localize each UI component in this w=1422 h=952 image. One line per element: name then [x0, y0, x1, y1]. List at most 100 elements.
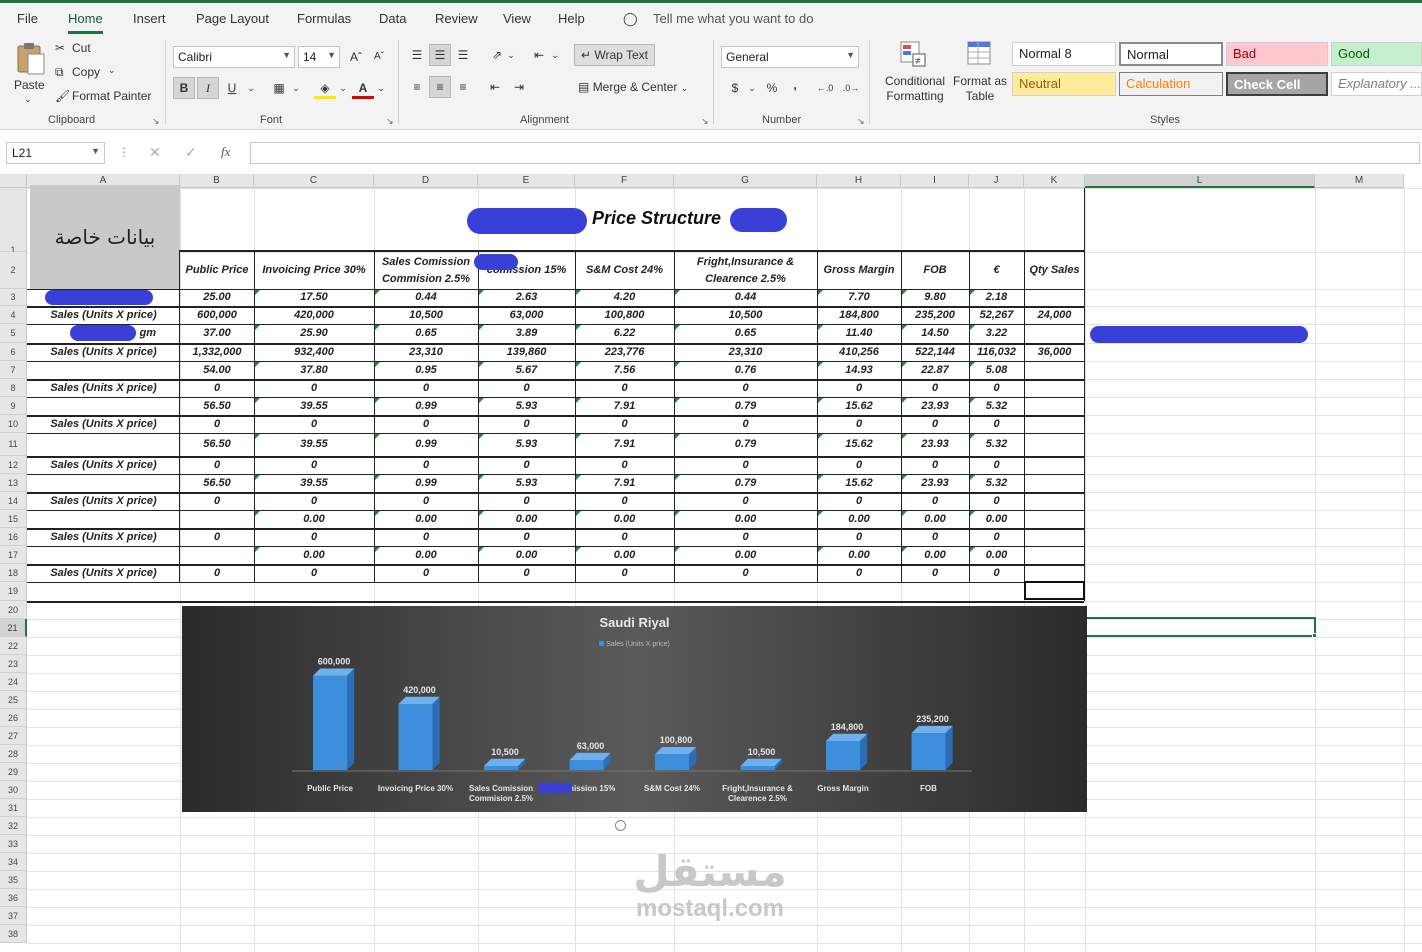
row-header-1[interactable]: 1: [0, 188, 27, 255]
table-cell[interactable]: 0.00: [969, 547, 1024, 564]
column-header-cell[interactable]: S&M Cost 24%: [575, 252, 674, 289]
chevron-down-icon[interactable]: ⌄: [500, 44, 522, 66]
align-left-icon[interactable]: ≡: [406, 76, 428, 98]
bar-4[interactable]: [569, 752, 611, 770]
table-cell[interactable]: 0.00: [575, 547, 674, 564]
table-cell[interactable]: 0: [180, 493, 254, 510]
style-normal[interactable]: Normal: [1119, 42, 1223, 66]
table-cell[interactable]: 37.00: [180, 325, 254, 342]
insert-function-icon[interactable]: fx: [221, 144, 230, 160]
column-header-e[interactable]: E: [478, 174, 575, 188]
row-header-28[interactable]: 28: [0, 745, 27, 763]
table-cell[interactable]: 932,400: [254, 344, 374, 361]
table-cell[interactable]: 0.00: [254, 511, 374, 528]
chevron-down-icon[interactable]: ⌄: [108, 65, 116, 76]
column-header-b[interactable]: B: [180, 174, 254, 188]
column-header-cell[interactable]: €: [969, 252, 1024, 289]
row-label[interactable]: Sales (Units X price): [27, 416, 180, 433]
table-cell[interactable]: 0: [901, 529, 969, 546]
bar-6[interactable]: [740, 758, 782, 770]
table-cell[interactable]: 4.20: [575, 289, 674, 306]
enter-icon[interactable]: ✓: [185, 144, 197, 161]
row-label[interactable]: Sales (Units X price): [27, 529, 180, 546]
column-header-f[interactable]: F: [575, 174, 674, 188]
table-cell[interactable]: 5.67: [478, 362, 575, 379]
table-cell[interactable]: 0: [254, 493, 374, 510]
chart-area[interactable]: Saudi Riyal Sales (Units X price) 600,00…: [182, 606, 1087, 812]
row-header-16[interactable]: 16: [0, 528, 27, 546]
tab-page-layout[interactable]: Page Layout: [196, 11, 269, 26]
name-box[interactable]: L21 ▼: [6, 142, 105, 164]
table-cell[interactable]: 0.79: [674, 436, 817, 453]
chevron-down-icon[interactable]: ⌄: [285, 77, 307, 99]
column-header-cell[interactable]: Qty Sales: [1024, 252, 1085, 289]
row-label[interactable]: Sales (Units X price): [27, 307, 180, 324]
tab-review[interactable]: Review: [435, 11, 478, 26]
row-header-26[interactable]: 26: [0, 709, 27, 727]
table-cell[interactable]: 56.50: [180, 436, 254, 453]
table-cell[interactable]: 0.00: [575, 511, 674, 528]
table-cell[interactable]: 5.93: [478, 436, 575, 453]
table-cell[interactable]: 0: [575, 457, 674, 474]
table-cell[interactable]: 54.00: [180, 362, 254, 379]
table-cell[interactable]: 0.95: [374, 362, 478, 379]
table-cell[interactable]: 420,000: [254, 307, 374, 324]
table-cell[interactable]: 5.32: [969, 398, 1024, 415]
row-header-25[interactable]: 25: [0, 691, 27, 709]
table-cell[interactable]: 7.91: [575, 398, 674, 415]
table-cell[interactable]: 11.40: [817, 325, 901, 342]
align-middle-icon[interactable]: ☰: [429, 44, 451, 66]
table-cell[interactable]: 0: [901, 380, 969, 397]
row-header-34[interactable]: 34: [0, 853, 27, 871]
table-cell[interactable]: 0: [180, 416, 254, 433]
table-cell[interactable]: 0: [901, 565, 969, 582]
row-label[interactable]: Sales (Units X price): [27, 457, 180, 474]
table-cell[interactable]: 0: [969, 493, 1024, 510]
table-cell[interactable]: 0: [969, 565, 1024, 582]
table-cell[interactable]: 6.22: [575, 325, 674, 342]
table-cell[interactable]: 5.32: [969, 475, 1024, 492]
column-header-d[interactable]: D: [374, 174, 478, 188]
table-cell[interactable]: 15.62: [817, 398, 901, 415]
table-cell[interactable]: 0: [901, 493, 969, 510]
row-header-14[interactable]: 14: [0, 492, 27, 510]
style-normal-8[interactable]: Normal 8: [1012, 42, 1116, 66]
table-cell[interactable]: 0.65: [374, 325, 478, 342]
table-cell[interactable]: 0: [674, 493, 817, 510]
column-header-m[interactable]: M: [1315, 174, 1404, 188]
row-header-10[interactable]: 10: [0, 415, 27, 433]
table-cell[interactable]: 3.89: [478, 325, 575, 342]
table-cell[interactable]: 0: [575, 565, 674, 582]
row-header-29[interactable]: 29: [0, 763, 27, 781]
table-cell[interactable]: 0: [374, 457, 478, 474]
row-header-18[interactable]: 18: [0, 564, 27, 582]
wrap-text-button[interactable]: ↵ Wrap Text: [574, 44, 655, 66]
row-header-20[interactable]: 20: [0, 601, 27, 619]
table-cell[interactable]: 139,860: [478, 344, 575, 361]
dialog-launcher-icon[interactable]: ↘: [152, 116, 160, 127]
column-header-cell[interactable]: Fright,Insurance & Clearence 2.5%: [674, 252, 817, 289]
cell-k19[interactable]: [1024, 581, 1085, 600]
row-header-6[interactable]: 6: [0, 343, 27, 361]
row-header-2[interactable]: 2: [0, 252, 27, 289]
dialog-launcher-icon[interactable]: ↘: [701, 116, 709, 127]
table-cell[interactable]: 5.93: [478, 475, 575, 492]
style-calculation[interactable]: Calculation: [1119, 72, 1223, 96]
table-cell[interactable]: 23.93: [901, 398, 969, 415]
table-cell[interactable]: 23,310: [674, 344, 817, 361]
table-cell[interactable]: 39.55: [254, 398, 374, 415]
table-cell[interactable]: 0: [575, 380, 674, 397]
table-cell[interactable]: 56.50: [180, 398, 254, 415]
table-cell[interactable]: 184,800: [817, 307, 901, 324]
paste-button[interactable]: Paste ⌄: [12, 40, 48, 108]
table-cell[interactable]: 0: [817, 416, 901, 433]
table-cell[interactable]: 0: [254, 529, 374, 546]
table-cell[interactable]: 0: [674, 457, 817, 474]
table-cell[interactable]: 7.56: [575, 362, 674, 379]
merge-center-button[interactable]: ▤ Merge & Center ⌄: [578, 80, 688, 94]
table-cell[interactable]: 0: [478, 416, 575, 433]
row-header-13[interactable]: 13: [0, 474, 27, 492]
table-cell[interactable]: 0: [374, 416, 478, 433]
arabic-label-cell[interactable]: بيانات خاصة: [30, 185, 180, 289]
table-cell[interactable]: 39.55: [254, 436, 374, 453]
